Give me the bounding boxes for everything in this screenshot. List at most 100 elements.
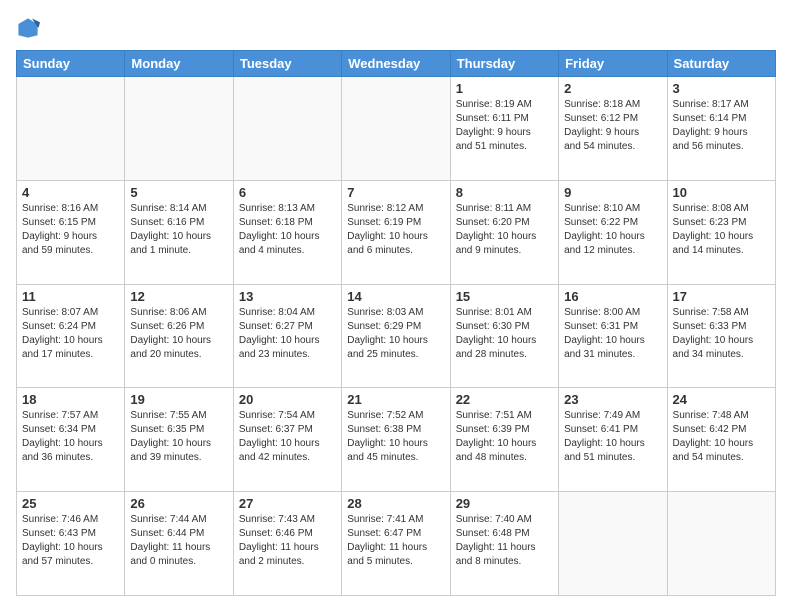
day-info: Sunrise: 8:12 AM Sunset: 6:19 PM Dayligh… [347,202,444,258]
day-cell: 6Sunrise: 8:13 AM Sunset: 6:18 PM Daylig… [233,180,341,284]
day-info: Sunrise: 7:48 AM Sunset: 6:42 PM Dayligh… [673,409,770,465]
day-number: 11 [22,289,119,304]
day-cell: 17Sunrise: 7:58 AM Sunset: 6:33 PM Dayli… [667,284,775,388]
day-cell: 20 Sunrise: 7:54 AM Sunset: 6:37 PM Dayli… [233,388,341,492]
day-cell: 29 Sunrise: 7:40 AM Sunset: 6:48 PM Dayli… [450,492,558,596]
day-info: Sunrise: 8:00 AM Sunset: 6:31 PM Dayligh… [564,306,661,362]
day-info: Sunrise: 8:01 AM Sunset: 6:30 PM Dayligh… [456,306,553,362]
weekday-sunday: Sunday [17,51,125,77]
day-info: Sunrise: 7:58 AM Sunset: 6:33 PM Dayligh… [673,306,770,362]
day-info: Sunrise: 7:43 AM Sunset: 6:46 PM Dayligh… [239,513,336,569]
week-row-4: 18 Sunrise: 7:57 AM Sunset: 6:34 PM Dayli… [17,388,776,492]
day-number: 19 [130,392,227,407]
day-cell: 4 Sunrise: 8:16 AM Sunset: 6:15 PM Daylig… [17,180,125,284]
day-cell: 16 Sunrise: 8:00 AM Sunset: 6:31 PM Dayli… [559,284,667,388]
logo [16,16,44,40]
day-info: Sunrise: 7:54 AM Sunset: 6:37 PM Dayligh… [239,409,336,465]
day-number: 6 [239,185,336,200]
weekday-friday: Friday [559,51,667,77]
day-cell: 24 Sunrise: 7:48 AM Sunset: 6:42 PM Dayli… [667,388,775,492]
day-number: 5 [130,185,227,200]
day-info: Sunrise: 8:07 AM Sunset: 6:24 PM Dayligh… [22,306,119,362]
day-number: 13 [239,289,336,304]
week-row-2: 4 Sunrise: 8:16 AM Sunset: 6:15 PM Daylig… [17,180,776,284]
day-cell: 26 Sunrise: 7:44 AM Sunset: 6:44 PM Dayli… [125,492,233,596]
day-info: Sunrise: 7:44 AM Sunset: 6:44 PM Dayligh… [130,513,227,569]
day-number: 10 [673,185,770,200]
day-number: 16 [564,289,661,304]
day-cell: 13 Sunrise: 8:04 AM Sunset: 6:27 PM Dayli… [233,284,341,388]
day-cell: 25Sunrise: 7:46 AM Sunset: 6:43 PM Dayli… [17,492,125,596]
day-info: Sunrise: 8:19 AM Sunset: 6:11 PM Dayligh… [456,98,553,154]
calendar-page: SundayMondayTuesdayWednesdayThursdayFrid… [0,0,792,612]
day-number: 15 [456,289,553,304]
day-cell [559,492,667,596]
day-cell: 12 Sunrise: 8:06 AM Sunset: 6:26 PM Dayli… [125,284,233,388]
day-number: 24 [673,392,770,407]
day-info: Sunrise: 8:03 AM Sunset: 6:29 PM Dayligh… [347,306,444,362]
weekday-monday: Monday [125,51,233,77]
day-number: 14 [347,289,444,304]
weekday-tuesday: Tuesday [233,51,341,77]
day-cell: 23 Sunrise: 7:49 AM Sunset: 6:41 PM Dayli… [559,388,667,492]
day-info: Sunrise: 8:16 AM Sunset: 6:15 PM Dayligh… [22,202,119,258]
day-info: Sunrise: 7:55 AM Sunset: 6:35 PM Dayligh… [130,409,227,465]
day-cell [667,492,775,596]
week-row-1: 1 Sunrise: 8:19 AM Sunset: 6:11 PM Daylig… [17,77,776,181]
day-number: 28 [347,496,444,511]
day-number: 26 [130,496,227,511]
weekday-wednesday: Wednesday [342,51,450,77]
day-info: Sunrise: 7:41 AM Sunset: 6:47 PM Dayligh… [347,513,444,569]
week-row-5: 25Sunrise: 7:46 AM Sunset: 6:43 PM Dayli… [17,492,776,596]
day-info: Sunrise: 8:06 AM Sunset: 6:26 PM Dayligh… [130,306,227,362]
day-cell: 21 Sunrise: 7:52 AM Sunset: 6:38 PM Dayli… [342,388,450,492]
day-info: Sunrise: 8:14 AM Sunset: 6:16 PM Dayligh… [130,202,227,258]
day-cell: 27 Sunrise: 7:43 AM Sunset: 6:46 PM Dayli… [233,492,341,596]
day-cell: 9 Sunrise: 8:10 AM Sunset: 6:22 PM Daylig… [559,180,667,284]
day-cell: 11 Sunrise: 8:07 AM Sunset: 6:24 PM Dayli… [17,284,125,388]
day-number: 27 [239,496,336,511]
day-number: 4 [22,185,119,200]
day-number: 7 [347,185,444,200]
day-cell [17,77,125,181]
day-info: Sunrise: 8:04 AM Sunset: 6:27 PM Dayligh… [239,306,336,362]
day-cell: 7 Sunrise: 8:12 AM Sunset: 6:19 PM Daylig… [342,180,450,284]
day-info: Sunrise: 7:52 AM Sunset: 6:38 PM Dayligh… [347,409,444,465]
day-cell: 28 Sunrise: 7:41 AM Sunset: 6:47 PM Dayli… [342,492,450,596]
day-cell: 14 Sunrise: 8:03 AM Sunset: 6:29 PM Dayli… [342,284,450,388]
day-cell: 15 Sunrise: 8:01 AM Sunset: 6:30 PM Dayli… [450,284,558,388]
day-info: Sunrise: 7:46 AM Sunset: 6:43 PM Dayligh… [22,513,119,569]
weekday-saturday: Saturday [667,51,775,77]
day-cell: 18 Sunrise: 7:57 AM Sunset: 6:34 PM Dayli… [17,388,125,492]
day-info: Sunrise: 8:18 AM Sunset: 6:12 PM Dayligh… [564,98,661,154]
day-number: 9 [564,185,661,200]
day-cell: 10Sunrise: 8:08 AM Sunset: 6:23 PM Dayli… [667,180,775,284]
day-number: 20 [239,392,336,407]
weekday-thursday: Thursday [450,51,558,77]
day-cell: 2 Sunrise: 8:18 AM Sunset: 6:12 PM Daylig… [559,77,667,181]
day-info: Sunrise: 8:11 AM Sunset: 6:20 PM Dayligh… [456,202,553,258]
day-number: 2 [564,81,661,96]
weekday-header-row: SundayMondayTuesdayWednesdayThursdayFrid… [17,51,776,77]
day-cell: 22Sunrise: 7:51 AM Sunset: 6:39 PM Dayli… [450,388,558,492]
day-info: Sunrise: 8:17 AM Sunset: 6:14 PM Dayligh… [673,98,770,154]
day-number: 29 [456,496,553,511]
day-number: 22 [456,392,553,407]
day-number: 18 [22,392,119,407]
calendar-table: SundayMondayTuesdayWednesdayThursdayFrid… [16,50,776,596]
day-cell: 8Sunrise: 8:11 AM Sunset: 6:20 PM Daylig… [450,180,558,284]
week-row-3: 11 Sunrise: 8:07 AM Sunset: 6:24 PM Dayli… [17,284,776,388]
day-info: Sunrise: 7:49 AM Sunset: 6:41 PM Dayligh… [564,409,661,465]
day-number: 1 [456,81,553,96]
day-info: Sunrise: 7:40 AM Sunset: 6:48 PM Dayligh… [456,513,553,569]
logo-icon [16,16,40,40]
day-info: Sunrise: 8:10 AM Sunset: 6:22 PM Dayligh… [564,202,661,258]
day-cell: 1 Sunrise: 8:19 AM Sunset: 6:11 PM Daylig… [450,77,558,181]
day-number: 3 [673,81,770,96]
day-number: 21 [347,392,444,407]
day-number: 23 [564,392,661,407]
day-cell [125,77,233,181]
day-info: Sunrise: 7:57 AM Sunset: 6:34 PM Dayligh… [22,409,119,465]
header [16,16,776,40]
day-number: 12 [130,289,227,304]
